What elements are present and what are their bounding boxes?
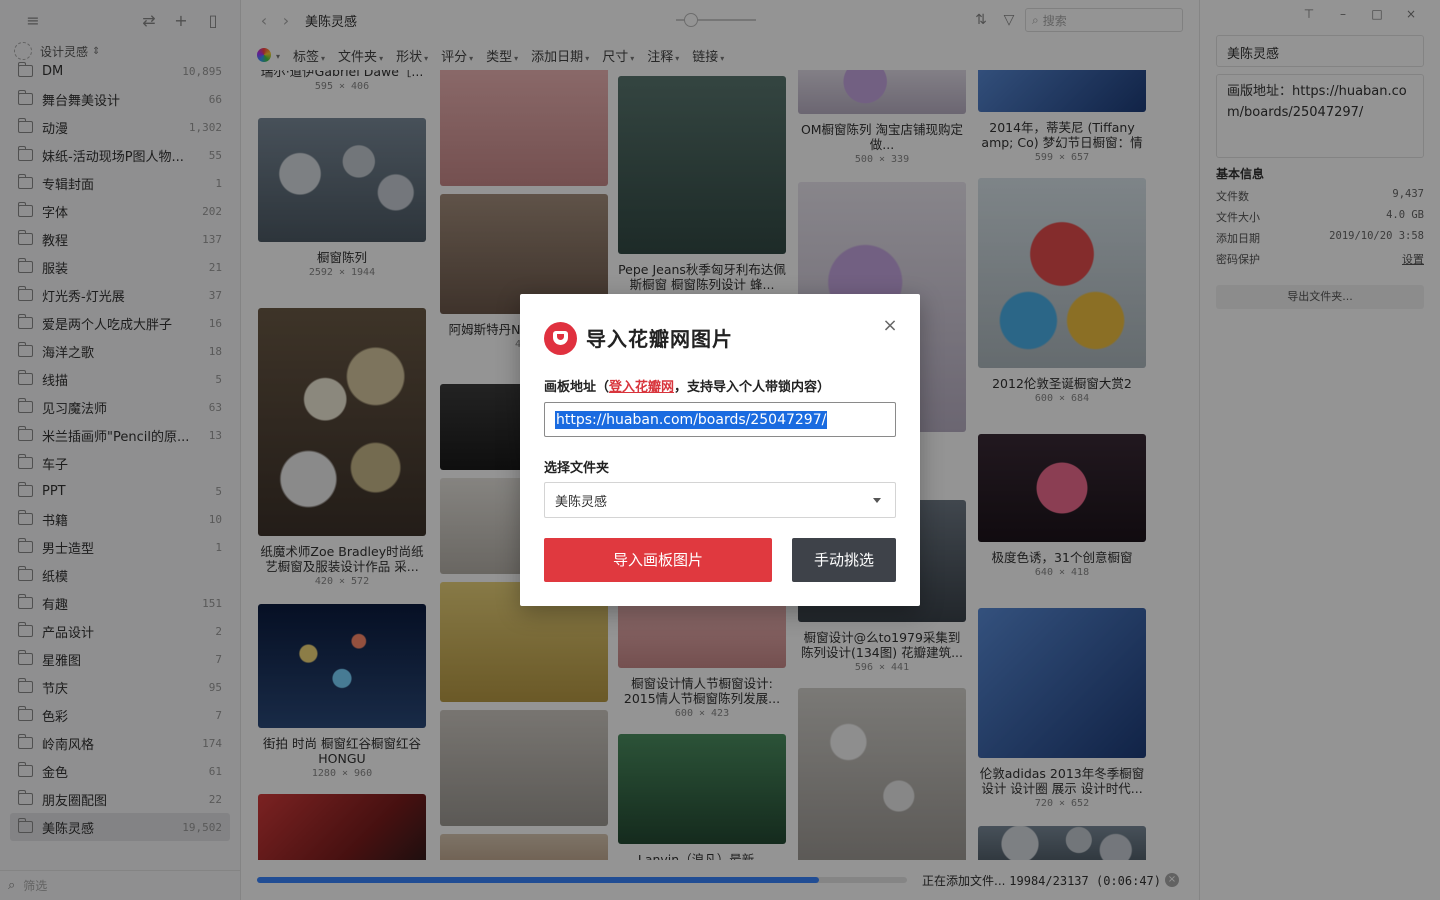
chevron-down-icon bbox=[873, 498, 881, 503]
url-label: 画板地址（登入花瓣网，支持导入个人带锁内容） bbox=[544, 376, 830, 395]
login-link[interactable]: 登入花瓣网 bbox=[609, 380, 674, 395]
url-label-text: 画板地址（ bbox=[544, 380, 610, 395]
dialog-title: 导入花瓣网图片 bbox=[586, 327, 733, 351]
folder-select-value: 美陈灵感 bbox=[555, 494, 608, 510]
folder-label: 选择文件夹 bbox=[544, 461, 610, 476]
url-value: https://huaban.com/boards/25047297/ bbox=[555, 410, 828, 429]
import-board-button[interactable]: 导入画板图片 bbox=[544, 538, 772, 582]
folder-select[interactable]: 美陈灵感 bbox=[544, 482, 896, 518]
manual-select-button[interactable]: 手动挑选 bbox=[792, 538, 896, 582]
close-icon[interactable]: × bbox=[882, 317, 898, 335]
import-dialog: 导入花瓣网图片 × 画板地址（登入花瓣网，支持导入个人带锁内容） https:/… bbox=[520, 294, 920, 606]
huaban-logo-icon bbox=[544, 322, 577, 355]
url-label-hint: ，支持导入个人带锁内容） bbox=[674, 380, 831, 395]
board-url-input[interactable]: https://huaban.com/boards/25047297/ bbox=[544, 402, 896, 437]
